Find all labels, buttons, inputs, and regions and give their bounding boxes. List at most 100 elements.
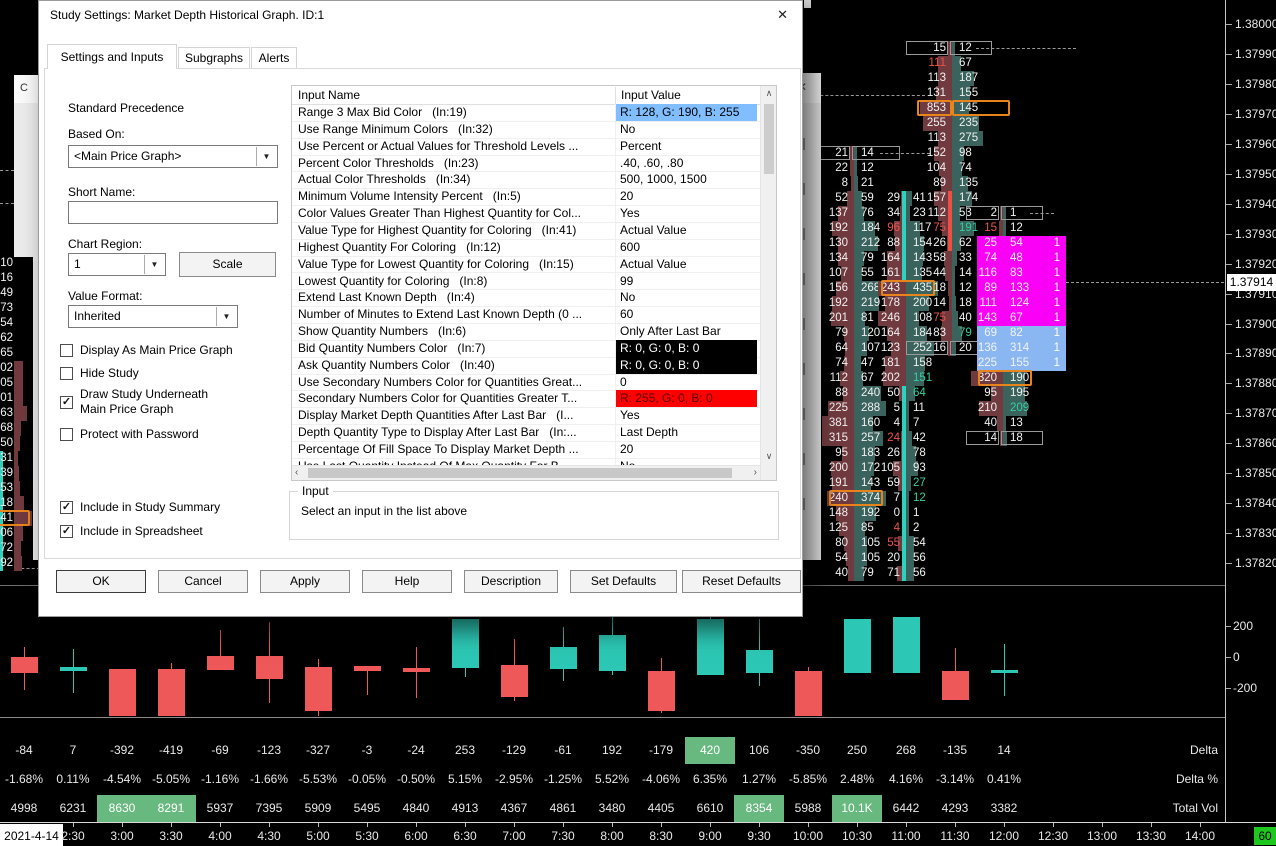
tab-settings-and-inputs[interactable]: Settings and Inputs — [47, 44, 177, 69]
col-header-input-value[interactable]: Input Value — [621, 88, 681, 102]
tab-alerts[interactable]: Alerts — [251, 47, 297, 68]
table-row[interactable]: Use Range Minimum Colors (In:32)No — [292, 121, 760, 139]
candle-wick — [416, 647, 418, 698]
price-label: 1.37920 — [1235, 257, 1276, 271]
table-row[interactable]: Value Type for Highest Quantity for Colo… — [292, 222, 760, 240]
row-divider — [615, 306, 616, 323]
col-header-input-name[interactable]: Input Name — [298, 88, 360, 102]
table-row[interactable]: Bid Quantity Numbers Color (In:7)R: 0, G… — [292, 340, 760, 358]
table-row[interactable]: Value Type for Lowest Quantity for Color… — [292, 256, 760, 274]
checkbox-label: Include in Spreadsheet — [80, 524, 203, 538]
scroll-up-icon[interactable]: ∧ — [761, 88, 777, 99]
chevron-down-icon[interactable]: ▼ — [256, 147, 276, 166]
table-row[interactable]: Minimum Volume Intensity Percent (In:5)2… — [292, 188, 760, 206]
table-row[interactable]: Highest Quantity For Coloring (In:12)600 — [292, 239, 760, 257]
table-row[interactable]: Use Percent or Actual Values for Thresho… — [292, 138, 760, 156]
price-tick — [1226, 563, 1232, 564]
price-tick — [1226, 24, 1232, 25]
delta-cell: -179 — [636, 743, 686, 758]
depth-bid: 106 — [0, 526, 13, 541]
checkbox-2[interactable]: ✓ — [60, 396, 73, 409]
ask-depth-bar — [1003, 416, 1006, 431]
candle — [158, 669, 185, 716]
table-row[interactable]: Percentage Of Fill Space To Display Mark… — [292, 441, 760, 459]
depth-ask: 56 — [913, 566, 947, 581]
table-row[interactable]: Percent Color Thresholds (In:23).40, .60… — [292, 155, 760, 173]
background-window-letter: C — [20, 82, 28, 94]
delta-axis-label: 0 — [1233, 650, 1240, 664]
short-name-input[interactable] — [68, 201, 278, 224]
horizontal-scrollbar[interactable]: ‹› — [292, 465, 760, 480]
separator-line — [0, 717, 1225, 718]
ask-accent-bar — [902, 551, 906, 566]
scroll-left-icon[interactable]: ‹ — [295, 467, 298, 478]
table-row[interactable]: Number of Minutes to Extend Last Known D… — [292, 306, 760, 324]
checkbox-3[interactable] — [60, 428, 73, 441]
chevron-down-icon[interactable]: ▼ — [216, 307, 236, 326]
table-row[interactable]: Lowest Quantity for Coloring (In:8)99 — [292, 273, 760, 291]
depth-bid: 255 — [912, 116, 946, 131]
table-row[interactable]: Display Market Depth Quantities After La… — [292, 407, 760, 425]
depth-bid: 88 — [866, 236, 900, 251]
scroll-down-icon[interactable]: ∨ — [761, 451, 777, 462]
input-name-cell: Secondary Numbers Color for Quantities G… — [298, 391, 613, 405]
delta-pct-cell: 4.16% — [881, 772, 931, 787]
depth-bid: 25 — [972, 236, 997, 251]
time-label: 13:30 — [1124, 829, 1178, 844]
description-button[interactable]: Description — [464, 570, 558, 593]
checkbox-4[interactable]: ✓ — [60, 501, 73, 514]
table-row[interactable]: Secondary Numbers Color for Quantities G… — [292, 390, 760, 408]
input-name-cell: Extend Last Known Depth (In:4) — [298, 290, 613, 304]
set-defaults-button[interactable]: Set Defaults — [570, 570, 677, 593]
table-row[interactable]: Depth Quantity Type to Display After Las… — [292, 424, 760, 442]
table-row[interactable]: Extend Last Known Depth (In:4)No — [292, 289, 760, 307]
chevron-down-icon[interactable]: ▼ — [144, 255, 164, 274]
input-group: Input Select an input in the list above — [289, 491, 779, 540]
checkbox-label: Hide Study — [80, 366, 139, 380]
close-icon[interactable]: ✕ — [777, 7, 788, 23]
help-button[interactable]: Help — [362, 570, 452, 593]
checkbox-5[interactable]: ✓ — [60, 525, 73, 538]
based-on-combo[interactable]: <Main Price Graph> ▼ — [68, 145, 278, 168]
row-divider — [615, 273, 616, 290]
depth-bid: 72 — [0, 541, 13, 556]
table-row[interactable]: Use Secondary Numbers Color for Quantiti… — [292, 374, 760, 392]
reset-defaults-button[interactable]: Reset Defaults — [682, 570, 801, 593]
scroll-right-icon[interactable]: › — [754, 467, 757, 478]
time-tick — [955, 823, 956, 827]
apply-button[interactable]: Apply — [260, 570, 350, 593]
tab-subgraphs[interactable]: Subgraphs — [178, 47, 250, 68]
ask-accent-bar — [902, 461, 906, 476]
total-vol-cell: 4405 — [636, 801, 686, 816]
depth-bid: 152 — [912, 146, 946, 161]
scroll-thumb[interactable] — [308, 468, 732, 478]
table-row[interactable]: Range 3 Max Bid Color (In:19)R: 128, G: … — [292, 104, 760, 122]
input-name-cell: Minimum Volume Intensity Percent (In:5) — [298, 189, 613, 203]
depth-bid: 26 — [912, 236, 946, 251]
time-label: 8:30 — [634, 829, 688, 844]
scale-button[interactable]: Scale — [179, 252, 276, 277]
chart-region-combo[interactable]: 1 ▼ — [68, 253, 166, 276]
depth-ask: 67 — [959, 56, 993, 71]
scroll-thumb[interactable] — [764, 104, 774, 174]
background-window-row-line — [803, 183, 805, 195]
ask-accent-bar — [902, 446, 906, 461]
chart-region-label: Chart Region: — [68, 237, 142, 251]
depth-bid: 210 — [972, 401, 997, 416]
vertical-scrollbar[interactable]: ∧∨ — [760, 86, 776, 480]
table-row[interactable]: Show Quantity Numbers (In:6)Only After L… — [292, 323, 760, 341]
depth-bid: 163 — [0, 406, 13, 421]
cancel-button[interactable]: Cancel — [158, 570, 248, 593]
table-row[interactable]: Color Values Greater Than Highest Quanti… — [292, 205, 760, 223]
ok-button[interactable]: OK — [56, 570, 146, 593]
bid-depth-bar — [14, 466, 19, 481]
checkbox-0[interactable] — [60, 344, 73, 357]
value-format-combo[interactable]: Inherited ▼ — [68, 305, 238, 328]
input-value-cell: Actual Value — [616, 256, 757, 273]
row-divider — [615, 407, 616, 424]
table-row[interactable]: Ask Quantity Numbers Color (In:40)R: 0, … — [292, 357, 760, 375]
depth-box — [906, 341, 948, 355]
checkbox-1[interactable] — [60, 367, 73, 380]
table-row[interactable]: Actual Color Thresholds (In:34)500, 1000… — [292, 171, 760, 189]
time-label: 7:00 — [487, 829, 541, 844]
